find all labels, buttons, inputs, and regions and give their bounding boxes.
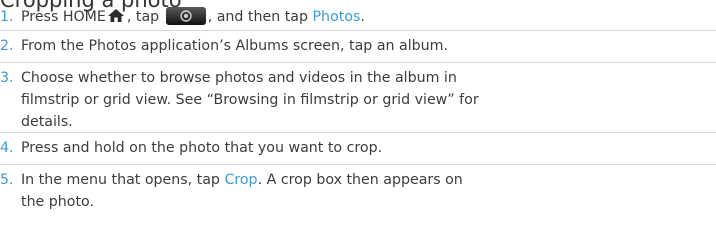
step-number: 5. [0,172,14,188]
step-text: From the Photos application’s Albums scr… [21,38,448,54]
step-list: 1. Press HOME , tap , and then tap Photos… [0,6,716,213]
step-number: 3. [0,70,14,86]
step-text-part: , tap [126,9,160,25]
camera-icon [165,7,206,25]
step-text-part: In the menu that opens, tap [21,172,220,188]
step-3: 3. Choose whether to browse photos and v… [0,63,716,133]
step-text-line: the photo. [21,194,94,210]
step-text-line: Choose whether to browse photos and vide… [21,70,457,86]
step-text: Press HOME , tap , and then tap Photos. [21,7,365,25]
crop-keyword: Crop [224,172,258,188]
step-1: 1. Press HOME , tap , and then tap Photos… [0,6,716,31]
step-number: 1. [0,9,14,25]
step-text-part: , and then tap [207,9,308,25]
step-number: 2. [0,38,14,54]
step-text-line: filmstrip or grid view. See “Browsing in… [21,92,479,108]
step-2: 2. From the Photos application’s Albums … [0,31,716,63]
step-4: 4. Press and hold on the photo that you … [0,133,716,165]
photos-keyword: Photos [312,9,361,25]
page: Cropping a photo 1. Press HOME, tap , an… [0,0,716,245]
step-text-line: details. [21,114,73,130]
step-text-part: . A crop box then appears on [257,172,463,188]
step-5: 5. In the menu that opens, tap Crop. A c… [0,165,716,213]
step-text-line: In the menu that opens, tap Crop. A crop… [21,169,716,191]
home-icon [107,8,125,23]
step-number: 4. [0,140,14,156]
step-text-part: . [360,9,365,25]
step-text: Press and hold on the photo that you wan… [21,140,383,156]
step-text-part: Press HOME [21,9,106,25]
